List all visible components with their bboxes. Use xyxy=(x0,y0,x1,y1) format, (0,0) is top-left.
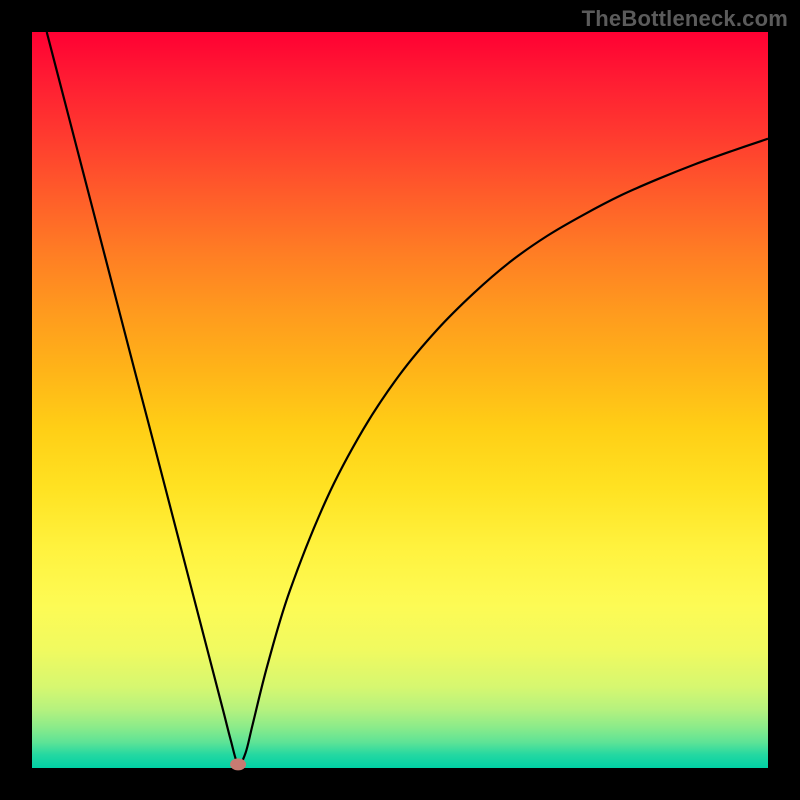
min-marker xyxy=(230,758,246,770)
curve-path xyxy=(47,32,768,765)
plot-area xyxy=(32,32,768,768)
watermark-text: TheBottleneck.com xyxy=(582,6,788,32)
chart-frame: TheBottleneck.com xyxy=(0,0,800,800)
bottleneck-curve xyxy=(32,32,768,768)
